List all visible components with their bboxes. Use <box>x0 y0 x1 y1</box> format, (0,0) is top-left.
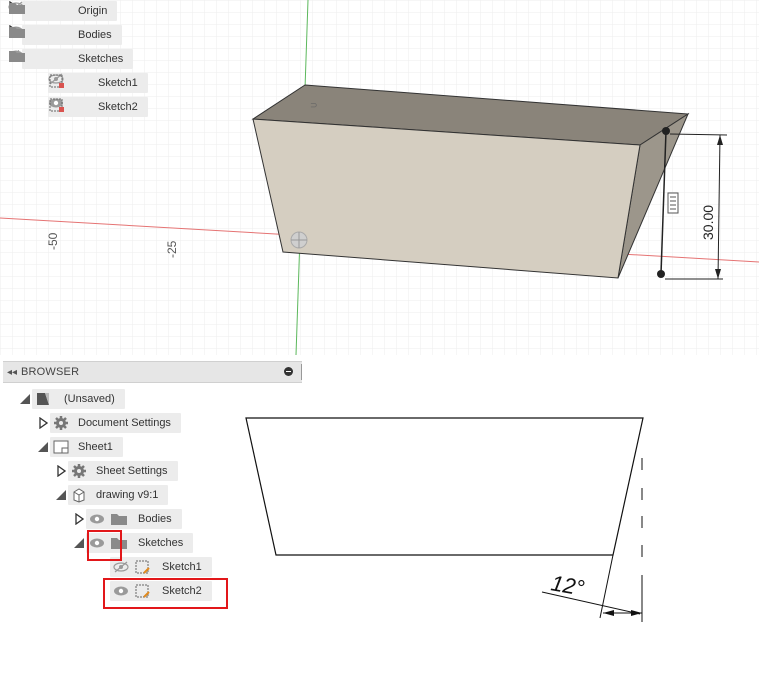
minimize-icon[interactable] <box>284 367 293 376</box>
browser-item-document-settings[interactable]: Document Settings <box>36 413 181 433</box>
drawing-doc-icon <box>32 389 54 409</box>
folder-icon <box>9 25 66 45</box>
origin-icon[interactable] <box>290 231 308 249</box>
eye-icon[interactable] <box>86 509 108 529</box>
model-viewport[interactable]: ⊃ 30.00 -50 -25 Origin Bodies Sketches S… <box>0 0 759 355</box>
viewport-tree-label: Sketch2 <box>98 101 138 113</box>
browser-item-label: Sketch1 <box>162 561 202 573</box>
viewport-tree-label: Sketch1 <box>98 77 138 89</box>
viewport-tree-item-bodies[interactable]: Bodies <box>8 25 122 45</box>
browser-item-label: (Unsaved) <box>64 393 115 405</box>
collapse-arrow-icon[interactable] <box>36 437 50 457</box>
viewport-tree-label: Sketches <box>78 53 124 65</box>
sheet-icon <box>50 437 72 457</box>
component-icon <box>68 485 90 505</box>
expand-arrow-icon[interactable] <box>72 509 86 529</box>
collapse-arrow-icon[interactable] <box>54 485 68 505</box>
3d-body[interactable] <box>251 84 690 279</box>
viewport-tree-item-sketch2[interactable]: Sketch2 <box>48 97 148 117</box>
viewport-tree-label: Origin <box>78 5 108 17</box>
viewport-tree-item-sketches[interactable]: Sketches <box>8 49 134 69</box>
viewport-tree-item-origin[interactable]: Origin <box>8 1 118 21</box>
browser-item-label: Document Settings <box>78 417 171 429</box>
highlight-sketch2-row <box>103 578 228 609</box>
collapse-arrow-icon[interactable] <box>18 389 32 409</box>
browser-item-bodies[interactable]: Bodies <box>72 509 182 529</box>
browser-item-unsaved[interactable]: (Unsaved) <box>18 389 125 409</box>
axis-label-neg25: -25 <box>165 240 179 258</box>
browser-title: BROWSER <box>21 366 80 378</box>
browser-item-sheet-settings[interactable]: Sheet Settings <box>54 461 178 481</box>
expand-arrow-icon[interactable] <box>54 461 68 481</box>
angle-dimension-label[interactable]: 12° <box>549 570 586 600</box>
browser-item-sheet1[interactable]: Sheet1 <box>36 437 123 457</box>
folder-icon <box>108 509 130 529</box>
sketch-icon <box>49 73 92 93</box>
drawing-sheet[interactable]: 12° <box>230 400 650 630</box>
sketch-icon <box>132 557 154 577</box>
browser-item-sketch1[interactable]: Sketch1 <box>110 557 212 577</box>
axis-label-neg50: -50 <box>46 232 60 250</box>
highlight-sketches-eye <box>87 530 122 561</box>
browser-item-label: drawing v9:1 <box>96 489 159 501</box>
expand-arrow-icon[interactable] <box>36 413 50 433</box>
dimension-value[interactable]: 30.00 <box>700 205 716 240</box>
browser-item-label: Sheet1 <box>78 441 113 453</box>
folder-icon <box>9 1 66 21</box>
browser-item-drawing-v9[interactable]: drawing v9:1 <box>54 485 169 505</box>
viewport-tree-label: Bodies <box>78 29 112 41</box>
gear-icon <box>68 461 90 481</box>
folder-icon <box>9 49 66 69</box>
body-front-face <box>252 118 641 279</box>
viewport-tree-item-sketch1[interactable]: Sketch1 <box>48 73 148 93</box>
sketch-icon <box>49 97 92 117</box>
collapse-arrow-icon[interactable] <box>72 533 86 553</box>
drawing-view-outline <box>245 417 644 556</box>
browser-item-label: Sheet Settings <box>96 465 168 477</box>
collapse-panel-icon[interactable]: ◂◂ <box>3 367 21 378</box>
svg-text:⊃: ⊃ <box>310 100 318 110</box>
browser-item-label: Sketches <box>138 537 184 549</box>
panel-grip[interactable] <box>301 364 302 380</box>
browser-item-label: Bodies <box>138 513 172 525</box>
browser-panel-header[interactable]: ◂◂ BROWSER <box>3 361 302 383</box>
gear-icon <box>50 413 72 433</box>
